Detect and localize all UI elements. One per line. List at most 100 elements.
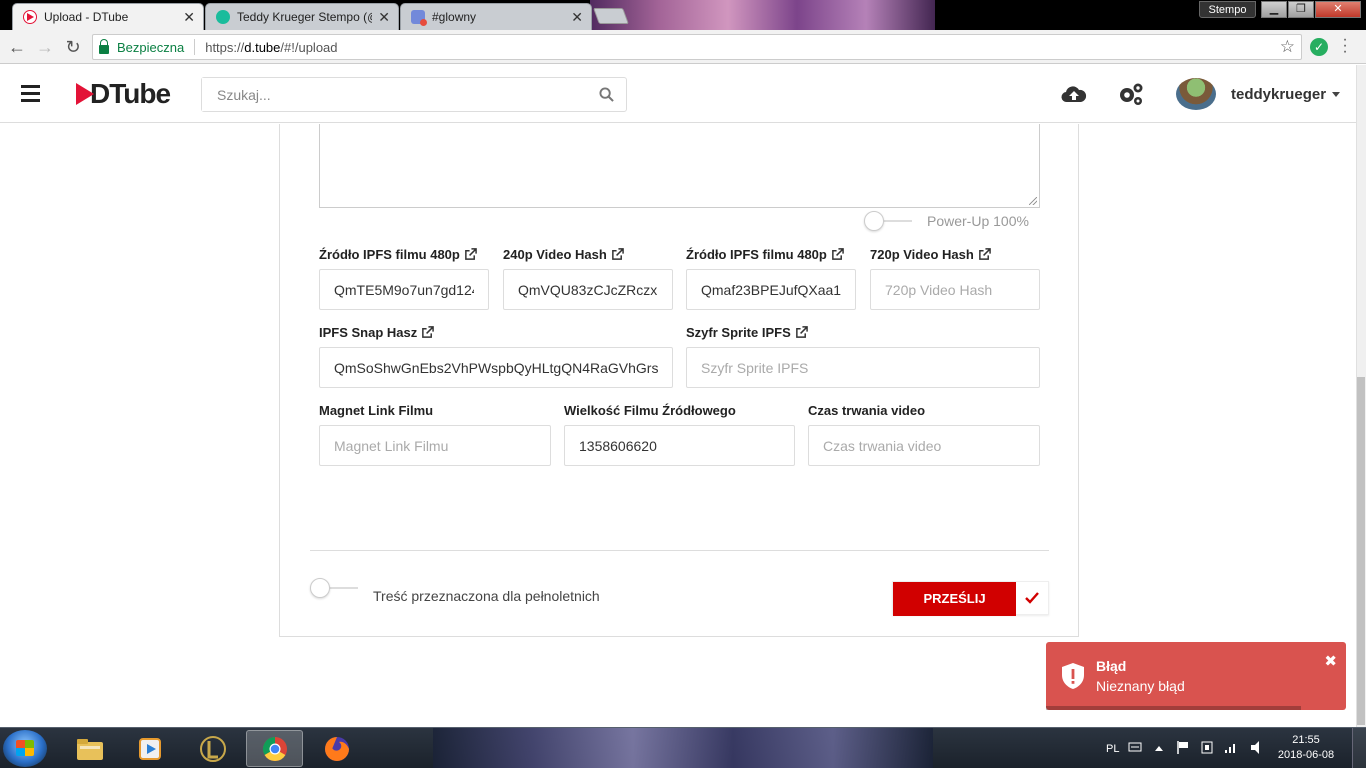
dtube-icon	[23, 10, 37, 24]
minimize-button[interactable]: ▁	[1261, 1, 1287, 18]
ipfs-480p-second-field[interactable]	[686, 269, 856, 310]
file-size-field[interactable]	[564, 425, 795, 466]
browser-menu-icon[interactable]: · · ·	[1340, 32, 1350, 60]
magnet-link-field[interactable]	[319, 425, 551, 466]
close-tab-icon[interactable]: ✕	[378, 9, 390, 26]
upload-cloud-icon[interactable]	[1061, 82, 1087, 106]
sprite-ipfs-field[interactable]	[686, 347, 1040, 388]
toast-progress-bar	[1046, 706, 1301, 710]
description-textarea[interactable]	[319, 124, 1040, 208]
lock-icon	[99, 38, 109, 54]
hamburger-menu-icon[interactable]	[21, 85, 40, 102]
action-center-flag-icon[interactable]	[1176, 740, 1190, 755]
tab-upload-dtube[interactable]: Upload - DTube ✕	[12, 3, 204, 30]
league-of-legends-icon[interactable]	[184, 730, 241, 767]
ipfs-snap-input[interactable]	[320, 348, 672, 387]
tab-glowny[interactable]: #glowny ✕	[400, 3, 592, 30]
duration-input[interactable]	[809, 426, 1039, 465]
hash-720p-field[interactable]	[870, 269, 1040, 310]
firefox-icon[interactable]	[308, 730, 365, 767]
hash-240p-field[interactable]	[503, 269, 673, 310]
external-link-icon[interactable]	[795, 326, 808, 339]
clock-time: 21:55	[1292, 734, 1320, 746]
signal-bars-icon[interactable]	[1224, 741, 1238, 754]
scrollbar-thumb[interactable]	[1357, 377, 1365, 725]
ipfs-snap-field[interactable]	[319, 347, 673, 388]
settings-gears-icon[interactable]	[1118, 82, 1144, 106]
search-input[interactable]	[202, 78, 582, 111]
field-label-text: Szyfr Sprite IPFS	[686, 325, 791, 340]
maximize-button[interactable]: ❐	[1288, 1, 1314, 18]
powerup-label: Power-Up 100%	[927, 213, 1029, 229]
bookmark-star-icon[interactable]: ☆	[1280, 37, 1295, 57]
start-button[interactable]	[3, 730, 47, 767]
close-tab-icon[interactable]: ✕	[183, 9, 195, 26]
field-label-text: Źródło IPFS filmu 480p	[686, 247, 827, 262]
logo-text: DTube	[90, 78, 171, 109]
url-prefix: https://	[205, 39, 245, 55]
ipfs-480p-input[interactable]	[320, 270, 488, 309]
file-size-input[interactable]	[565, 426, 794, 465]
avatar[interactable]	[1176, 78, 1216, 110]
magnet-link-input[interactable]	[320, 426, 550, 465]
url-host: d.tube	[244, 39, 281, 55]
new-tab-button[interactable]	[593, 8, 629, 24]
language-indicator[interactable]: PL	[1106, 728, 1119, 768]
ipfs-480p-field[interactable]	[319, 269, 489, 310]
media-player-icon[interactable]	[121, 730, 178, 767]
tab-teddy-krueger[interactable]: Teddy Krueger Stempo (@ ✕	[205, 3, 399, 30]
file-size-label: Wielkość Filmu Źródłowego	[564, 403, 736, 418]
powerup-toggle[interactable]	[864, 211, 912, 231]
sprite-ipfs-input[interactable]	[687, 348, 1039, 387]
extension-check-icon[interactable]: ✓	[1310, 38, 1328, 56]
duration-field[interactable]	[808, 425, 1040, 466]
device-icon[interactable]	[1200, 740, 1214, 755]
explorer-icon[interactable]	[61, 730, 118, 767]
field-label-text: IPFS Snap Hasz	[319, 325, 418, 340]
close-window-button[interactable]: ✕	[1315, 1, 1361, 18]
hash-720p-input[interactable]	[871, 270, 1039, 309]
volume-icon[interactable]	[1250, 740, 1266, 755]
keyboard-icon[interactable]	[1128, 741, 1142, 753]
adult-content-toggle[interactable]	[310, 578, 358, 598]
play-triangle-icon	[76, 83, 94, 105]
external-link-icon[interactable]	[464, 248, 477, 261]
field-label-text: Magnet Link Filmu	[319, 403, 434, 418]
resize-grip-icon[interactable]	[1029, 197, 1037, 205]
profile-button[interactable]: Stempo	[1199, 1, 1256, 18]
back-arrow-icon[interactable]: ←	[6, 36, 28, 58]
chevron-down-icon[interactable]	[1332, 92, 1340, 97]
external-link-icon[interactable]	[831, 248, 844, 261]
tab-title: #glowny	[432, 10, 477, 24]
dtube-logo[interactable]: DTube	[76, 78, 171, 109]
reload-icon[interactable]: ↻	[62, 36, 84, 58]
tray-expand-icon[interactable]	[1154, 744, 1164, 752]
ipfs-480p-second-input[interactable]	[687, 270, 855, 309]
username[interactable]: teddykrueger	[1231, 86, 1326, 103]
system-clock[interactable]: 21:55 2018-06-08	[1276, 733, 1336, 763]
close-tab-icon[interactable]: ✕	[571, 9, 583, 26]
submit-group: PRZEŚLIJ	[892, 581, 1049, 616]
external-link-icon[interactable]	[611, 248, 624, 261]
search-box[interactable]	[201, 77, 627, 112]
address-bar[interactable]: Bezpieczna https://d.tube/#!/upload ☆	[92, 34, 1302, 60]
checkmark-icon[interactable]	[1016, 582, 1048, 614]
search-icon[interactable]	[599, 87, 614, 102]
external-link-icon[interactable]	[421, 326, 435, 339]
form-divider	[310, 550, 1049, 551]
chrome-icon[interactable]	[246, 730, 303, 767]
submit-button[interactable]: PRZEŚLIJ	[893, 582, 1016, 616]
url-text[interactable]: https://d.tube/#!/upload	[205, 40, 337, 55]
show-desktop-button[interactable]	[1352, 728, 1366, 768]
external-link-icon[interactable]	[978, 248, 991, 261]
browser-toolbar: ← → ↻ Bezpieczna https://d.tube/#!/uploa…	[0, 30, 1366, 64]
ipfs-480p-label: Źródło IPFS filmu 480p	[319, 247, 477, 262]
toast-message: Nieznany błąd	[1096, 678, 1185, 694]
toggle-knob[interactable]	[310, 578, 330, 598]
close-icon[interactable]: ✖	[1324, 652, 1337, 670]
toggle-knob[interactable]	[864, 211, 884, 231]
error-toast: Błąd Nieznany błąd ✖	[1046, 642, 1346, 710]
browser-titlebar: Upload - DTube ✕ Teddy Krueger Stempo (@…	[0, 0, 1366, 30]
hash-240p-input[interactable]	[504, 270, 672, 309]
forward-arrow-icon[interactable]: →	[34, 36, 56, 58]
